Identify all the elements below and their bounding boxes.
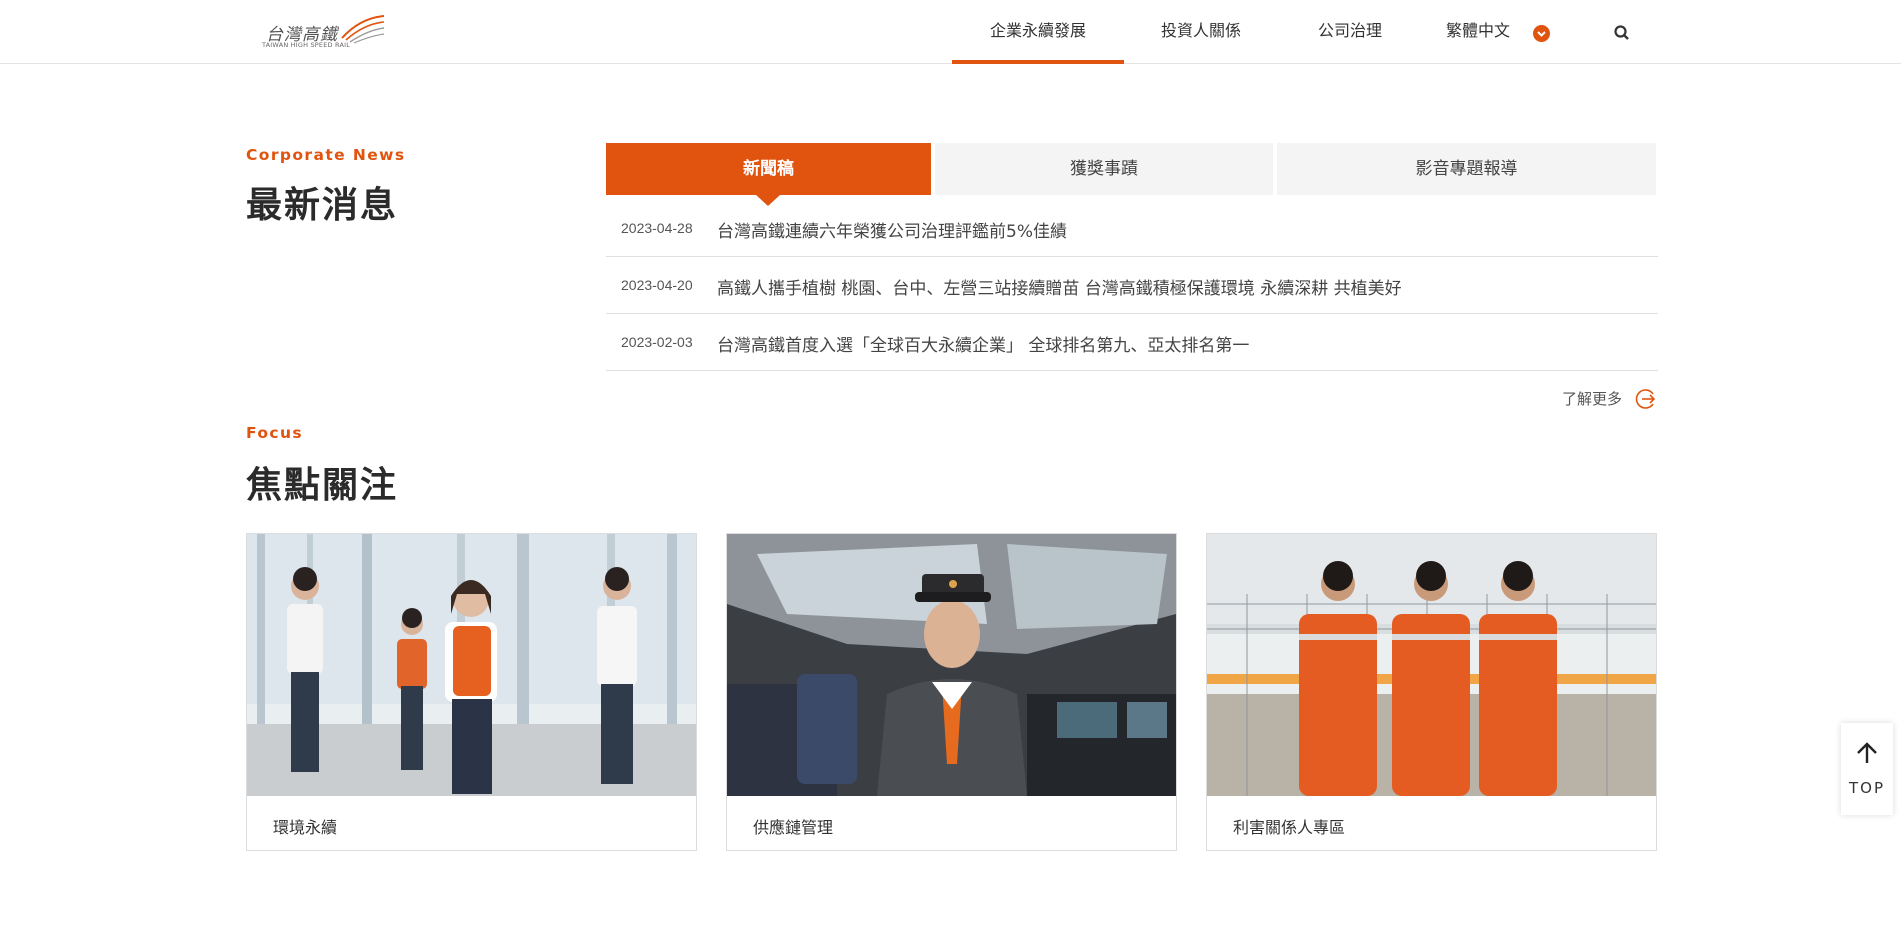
language-selector[interactable]: 繁體中文 — [1446, 0, 1576, 64]
news-date: 2023-04-20 — [621, 277, 693, 293]
news-item[interactable]: 2023-04-20 高鐵人攜手植樹 桃園、台中、左營三站接續贈苗 台灣高鐵積極… — [606, 257, 1658, 314]
card-label: 利害關係人專區 — [1233, 818, 1346, 837]
card-label: 供應鏈管理 — [753, 818, 834, 837]
news-list: 2023-04-28 台灣高鐵連續六年榮獲公司治理評鑑前5%佳績 2023-04… — [606, 200, 1658, 371]
focus-section-title: 焦點關注 — [246, 465, 399, 506]
search-icon[interactable] — [1612, 23, 1632, 43]
tab-video-reports[interactable]: 影音專題報導 — [1277, 143, 1656, 195]
news-date: 2023-02-03 — [621, 334, 693, 350]
focus-eyebrow: Focus — [246, 424, 304, 442]
tab-awards[interactable]: 獲獎事蹟 — [935, 143, 1273, 195]
news-item[interactable]: 2023-04-28 台灣高鐵連續六年榮獲公司治理評鑑前5%佳績 — [606, 200, 1658, 257]
back-to-top-button[interactable]: TOP — [1841, 723, 1893, 815]
news-item[interactable]: 2023-02-03 台灣高鐵首度入選「全球百大永續企業」 全球排名第九、亞太排… — [606, 314, 1658, 371]
tab-press-release[interactable]: 新聞稿 — [606, 143, 931, 195]
nav-sustainability[interactable]: 企業永續發展 — [952, 0, 1124, 64]
news-tabs: 新聞稿 獲獎事蹟 影音專題報導 — [606, 143, 1656, 206]
logo-swoosh-icon — [341, 15, 385, 44]
news-section-title: 最新消息 — [246, 185, 399, 226]
logo[interactable]: 台灣高鐵 TAIWAN HIGH SPEED RAIL — [258, 10, 388, 52]
news-eyebrow: Corporate News — [246, 146, 406, 164]
staff-photo — [247, 534, 696, 796]
more-link[interactable]: 了解更多 — [1562, 388, 1622, 409]
crew-photo — [1207, 534, 1656, 796]
site-header: 台灣高鐵 TAIWAN HIGH SPEED RAIL 企業永續發展 投資人關係… — [0, 0, 1901, 64]
driver-photo — [727, 534, 1176, 796]
arrow-circle-right-icon[interactable] — [1635, 388, 1657, 410]
arrow-up-icon — [1857, 742, 1877, 763]
nav-investor-relations[interactable]: 投資人關係 — [1138, 0, 1264, 64]
focus-card-environment[interactable]: 環境永續 — [246, 533, 697, 851]
news-headline[interactable]: 台灣高鐵首度入選「全球百大永續企業」 全球排名第九、亞太排名第一 — [717, 331, 1249, 356]
nav-corporate-governance[interactable]: 公司治理 — [1300, 0, 1400, 64]
news-headline[interactable]: 台灣高鐵連續六年榮獲公司治理評鑑前5%佳績 — [717, 217, 1067, 242]
chevron-down-icon[interactable] — [1533, 25, 1550, 42]
card-label: 環境永續 — [273, 818, 338, 837]
news-date: 2023-04-28 — [621, 220, 693, 236]
news-headline[interactable]: 高鐵人攜手植樹 桃園、台中、左營三站接續贈苗 台灣高鐵積極保護環境 永續深耕 共… — [717, 274, 1402, 299]
focus-card-supply-chain[interactable]: 供應鏈管理 — [726, 533, 1177, 851]
top-label: TOP — [1848, 779, 1885, 797]
focus-card-stakeholders[interactable]: 利害關係人專區 — [1206, 533, 1657, 851]
logo-subtitle: TAIWAN HIGH SPEED RAIL — [262, 41, 351, 49]
